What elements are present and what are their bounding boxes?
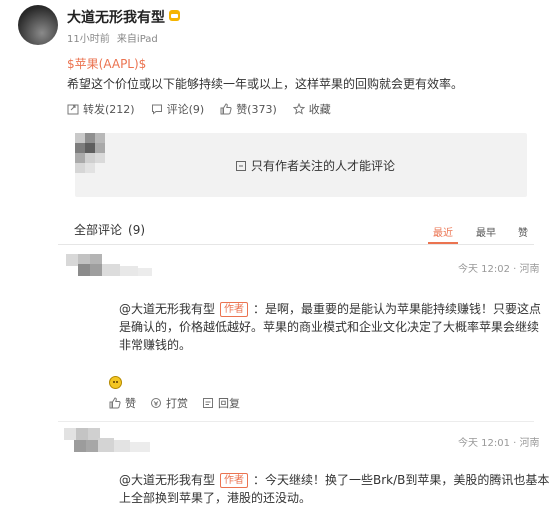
post-action-bar: 转发(212) 评论(9) 赞(373) 收藏: [67, 101, 347, 117]
commenter-avatar-blurred[interactable]: [66, 254, 156, 284]
favorite-label: 收藏: [308, 103, 331, 116]
reply-line: ：是啊，最重要的是能认为苹果能持续赚钱！只要这点: [253, 302, 542, 316]
restricted-message-text: 只有作者关注的人才能评论: [251, 159, 396, 173]
comment-action-bar: 赞 打赏 回复: [109, 395, 254, 411]
comment-reward-label: 打赏: [166, 397, 188, 410]
repost-button[interactable]: 转发(212): [67, 101, 135, 117]
comments-title: 全部评论: [74, 223, 123, 237]
comment-reply-text: @大道无形我有型 作者 ：是啊，最重要的是能认为苹果能持续赚钱！只要这点 是确认的，…: [119, 300, 541, 354]
comment-button[interactable]: 评论(9): [151, 101, 205, 117]
comment-like-button[interactable]: 赞: [109, 395, 136, 411]
comment-divider: [58, 421, 534, 422]
author-tag-badge: 作者: [220, 473, 249, 488]
author-avatar[interactable]: [18, 5, 58, 45]
star-icon: [292, 103, 305, 115]
comment-time: 今天 12:01 · 河南: [458, 438, 540, 449]
reply-line: 非常赚钱的。: [119, 338, 192, 352]
coin-icon: [151, 398, 161, 408]
sort-likes-tab[interactable]: 赞: [518, 224, 528, 239]
mentioned-author-link[interactable]: @大道无形我有型: [119, 473, 215, 487]
comment-time: 今天 12:02 · 河南: [458, 264, 540, 275]
author-tag-badge: 作者: [220, 302, 249, 317]
active-sort-indicator: [428, 242, 458, 244]
repost-icon: [67, 104, 79, 115]
comment-reply-text: @大道无形我有型 作者 ：今天继续！换了一些Brk/B到苹果，美股的腾讯也基本 上全…: [119, 471, 549, 507]
mentioned-author-link[interactable]: @大道无形我有型: [119, 302, 215, 316]
comment-icon: [151, 104, 162, 115]
comment-reply-button[interactable]: 回复: [202, 395, 240, 411]
post-text: 希望这个价位或以下能够持续一年或以上，这样苹果的回购就会更有效率。: [67, 77, 464, 91]
smile-emoji-icon: [109, 376, 122, 389]
restricted-message: 只有作者关注的人才能评论: [235, 157, 395, 174]
sort-latest-tab[interactable]: 最近: [433, 224, 453, 239]
author-name[interactable]: 大道无形我有型: [67, 7, 180, 27]
sort-earliest-tab[interactable]: 最早: [476, 224, 496, 239]
reply-line: ：今天继续！换了一些Brk/B到苹果，美股的腾讯也基本: [253, 473, 550, 487]
repost-label: 转发(212): [83, 103, 135, 116]
like-button[interactable]: 赞(373): [220, 101, 277, 117]
reply-line: 上全部换到苹果了，港股的还没动。: [119, 491, 312, 505]
comment-reward-button[interactable]: 打赏: [150, 395, 188, 411]
like-label: 赞(373): [236, 103, 277, 116]
reply-line: 是确认的，价格越低越好。苹果的商业模式和企业文化决定了大概率苹果会继续: [119, 320, 540, 334]
comment-blocked-icon: [236, 160, 246, 171]
current-user-avatar-blurred: [75, 133, 105, 183]
post-time[interactable]: 11小时前: [67, 34, 110, 45]
comment-reply-label: 回复: [218, 397, 240, 410]
thumbs-up-icon: [220, 103, 232, 115]
post-meta: 11小时前 来自iPad: [67, 30, 162, 45]
favorite-button[interactable]: 收藏: [292, 101, 331, 117]
vip-badge-icon: [169, 10, 180, 21]
author-name-text[interactable]: 大道无形我有型: [67, 10, 165, 26]
comments-header: 全部评论 (9): [74, 221, 145, 238]
stock-topic-link[interactable]: $苹果(AAPL)$: [67, 55, 146, 72]
post-source: 来自iPad: [116, 34, 158, 45]
commenter-avatar-blurred[interactable]: [64, 428, 160, 460]
comment-restricted-box: 只有作者关注的人才能评论: [75, 133, 527, 197]
comments-header-divider: [58, 244, 534, 245]
reply-icon: [203, 398, 213, 408]
comment-like-label: 赞: [125, 397, 136, 410]
comment-label: 评论(9): [166, 103, 205, 116]
thumbs-up-icon: [109, 397, 121, 409]
comments-count: (9): [128, 223, 146, 237]
